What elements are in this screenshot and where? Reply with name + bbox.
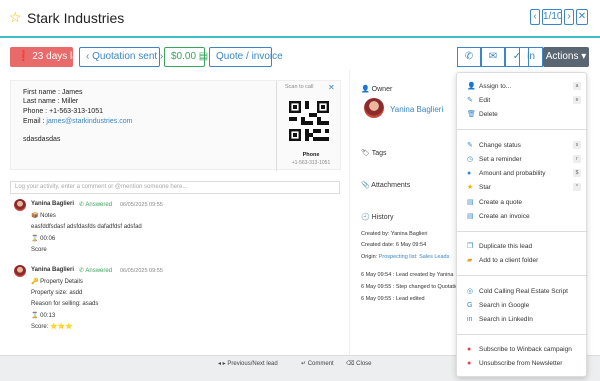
menu-winback[interactable]: ● Subscribe to Winback campaign bbox=[467, 344, 585, 355]
phone-line: Phone : +1-563-313-1051 bbox=[23, 108, 103, 115]
menu-duplicate[interactable]: ❐ Duplicate this lead bbox=[467, 241, 585, 252]
note-text: sdasdasdas bbox=[23, 136, 61, 143]
answered-status: ✆ Answered bbox=[79, 202, 113, 208]
invoice-icon: ▤ bbox=[467, 213, 474, 220]
activity-input[interactable]: Log your activity, enter a comment or @m… bbox=[10, 181, 340, 194]
contact-card: First name : James Last name : Miller Ph… bbox=[10, 80, 341, 171]
prev-next-lead[interactable]: ◂ ▸ Previous/Next lead bbox=[218, 360, 278, 367]
amount-button[interactable]: $0.00 ▤ bbox=[164, 47, 208, 67]
feed-time: 06/05/2025 09:55 bbox=[120, 268, 163, 274]
feed-duration: ⌛ 00:13 bbox=[31, 313, 56, 319]
status-row: ❗ 23 days late ‹ Quotation sent › $0.00 … bbox=[0, 47, 600, 69]
mail-icon[interactable]: ✉ bbox=[481, 47, 505, 67]
trash-icon: 🗑 bbox=[467, 111, 476, 118]
qr-phone-label: Phone bbox=[302, 152, 320, 158]
edit-icon: ✎ bbox=[467, 142, 473, 149]
pencil-icon: ✎ bbox=[467, 97, 473, 104]
feed-author: Yanina Baglieri bbox=[31, 201, 75, 207]
copy-icon: ❐ bbox=[467, 243, 474, 250]
phone-icon[interactable]: ✆ bbox=[457, 47, 481, 67]
history-entry: 6 May 09:55 : Lead edited bbox=[361, 296, 425, 302]
attachments-label[interactable]: 📎 Attachments bbox=[361, 181, 410, 189]
comment-shortcut[interactable]: ↵ Comment bbox=[301, 360, 334, 367]
star-icon[interactable]: ☆ bbox=[9, 10, 22, 24]
menu-google[interactable]: G Search in Google bbox=[467, 300, 585, 311]
folder-icon: ▰ bbox=[467, 257, 473, 264]
history-entry: 6 May 09:55 : Step changed to Quotation bbox=[361, 284, 462, 290]
email-line: Email : james@starkindustries.com bbox=[23, 118, 133, 125]
owner-label: 👤 Owner bbox=[361, 86, 393, 93]
avatar bbox=[14, 265, 26, 277]
close-icon[interactable]: ✕ bbox=[328, 83, 335, 92]
feed-text: easfddfsdasf adsfdasfds dafadfdsf adsfad bbox=[31, 224, 142, 230]
menu-create-quote[interactable]: ▤ Create a quote bbox=[467, 197, 585, 208]
history-entry: 6 May 09:54 : Lead created by Yanina bbox=[361, 272, 454, 278]
actions-button[interactable]: Actions ▾ bbox=[543, 47, 589, 67]
menu-edit[interactable]: ✎ Edit e bbox=[467, 95, 585, 106]
origin: Origin: Prospecting list: Sales Leads bbox=[361, 254, 450, 260]
menu-linkedin[interactable]: in Search in LinkedIn bbox=[467, 314, 585, 325]
actions-menu: 👤 Assign to... a ✎ Edit e 🗑 Delete ✎ Change st… bbox=[456, 72, 588, 377]
close-shortcut[interactable]: ⌫ Close bbox=[346, 360, 372, 367]
google-icon: G bbox=[467, 302, 473, 309]
property-label: 🔑 Property Details bbox=[31, 279, 83, 285]
created-by: Created by: Yanina Baglieri bbox=[361, 231, 428, 237]
menu-create-invoice[interactable]: ▤ Create an invoice bbox=[467, 211, 585, 222]
tags-label[interactable]: 🏷 Tags bbox=[361, 149, 387, 157]
menu-star[interactable]: ★ Star * bbox=[467, 182, 585, 193]
owner-avatar bbox=[364, 98, 384, 118]
email-link[interactable]: james@starkindustries.com bbox=[46, 118, 132, 125]
feed-score: Score bbox=[31, 247, 47, 253]
scan-label: Scan to call bbox=[285, 84, 314, 90]
feed-author: Yanina Baglieri bbox=[31, 267, 75, 273]
qr-phone-number: +1-563-313-1051 bbox=[291, 160, 331, 166]
top-bar: ☆ Stark Industries ‹ 1/10 › ✕ bbox=[0, 0, 600, 38]
close-button[interactable]: ✕ bbox=[576, 9, 588, 25]
feed-score: Score: ⭐⭐⭐ bbox=[31, 324, 73, 330]
late-badge: ❗ 23 days late bbox=[10, 47, 86, 67]
history-label: 🕘 History bbox=[361, 214, 394, 221]
clock-icon: ◷ bbox=[467, 156, 474, 163]
menu-amount[interactable]: ● Amount and probability $ bbox=[467, 168, 585, 179]
menu-folder[interactable]: ▰ Add to a client folder bbox=[467, 255, 585, 266]
reason-selling: Reason for selling: asads bbox=[31, 301, 99, 307]
menu-reminder[interactable]: ◷ Set a reminder r bbox=[467, 154, 585, 165]
avatar bbox=[14, 199, 26, 211]
owner-name[interactable]: Yanina Baglieri bbox=[390, 105, 443, 114]
pager: 1/10 bbox=[542, 9, 562, 25]
menu-assign[interactable]: 👤 Assign to... a bbox=[467, 81, 585, 92]
feed-time: 06/05/2025 09:55 bbox=[120, 202, 163, 208]
feed-duration: ⌛ 00:06 bbox=[31, 236, 56, 242]
created-date: Created date: 6 May 09:54 bbox=[361, 242, 427, 248]
menu-unsubscribe[interactable]: ● Unsubscribe from Newsletter bbox=[467, 358, 585, 369]
status-stepper[interactable]: ‹ Quotation sent › bbox=[79, 47, 163, 67]
notes-label: 📦 Notes bbox=[31, 213, 56, 219]
menu-delete[interactable]: 🗑 Delete bbox=[467, 109, 585, 120]
page-title: Stark Industries bbox=[27, 10, 125, 26]
script-icon: ◎ bbox=[467, 288, 474, 295]
star-icon: ★ bbox=[467, 184, 474, 191]
answered-status: ✆ Answered bbox=[79, 268, 113, 274]
prev-lead-button[interactable]: ‹ bbox=[530, 9, 540, 25]
linkedin-icon: in bbox=[467, 316, 473, 323]
menu-script[interactable]: ◎ Cold Calling Real Estate Script bbox=[467, 286, 585, 297]
quote-invoice-button[interactable]: Quote / invoice bbox=[209, 47, 283, 67]
money-icon: ● bbox=[467, 170, 472, 177]
qr-code bbox=[289, 101, 329, 141]
document-icon: ▤ bbox=[467, 199, 474, 206]
unsubscribe-icon: ● bbox=[467, 360, 472, 367]
subscribe-icon: ● bbox=[467, 346, 472, 353]
linkedin-icon[interactable]: in bbox=[519, 47, 543, 67]
property-size: Property size: asdd bbox=[31, 290, 83, 296]
user-icon: 👤 bbox=[467, 83, 476, 90]
menu-change-status[interactable]: ✎ Change status s bbox=[467, 140, 585, 151]
last-name: Last name : Miller bbox=[23, 98, 79, 105]
next-lead-button[interactable]: › bbox=[564, 9, 574, 25]
first-name: First name : James bbox=[23, 89, 83, 96]
origin-link[interactable]: Prospecting list: Sales Leads bbox=[379, 254, 450, 260]
